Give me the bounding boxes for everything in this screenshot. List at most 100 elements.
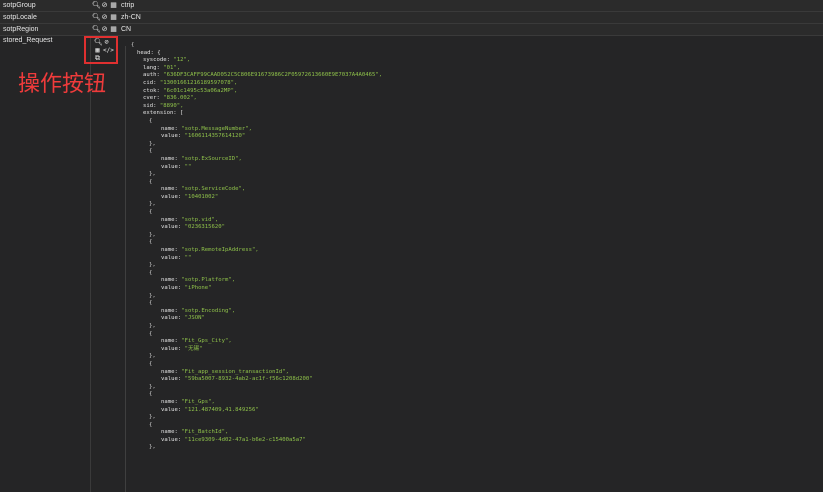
json-value: "sotp.MessageNumber", — [181, 125, 252, 132]
json-key: cid: — [143, 79, 157, 86]
json-value: "sotp.ExSourceID", — [181, 155, 242, 162]
json-ext-close: }, — [131, 262, 382, 270]
json-ext-name: name: "sotp.Encoding", — [131, 308, 382, 316]
json-value: "11ce9309-4d02-47a1-b6e2-c15400a5a7" — [184, 436, 306, 443]
json-close-brace: }, — [149, 171, 156, 178]
json-ext-value: value: "JSON" — [131, 315, 382, 323]
json-ext-name: name: "Fit_BatchId", — [131, 429, 382, 437]
json-key: value: — [161, 406, 182, 413]
json-open-brace: { — [149, 330, 153, 337]
json-key: name: — [161, 186, 178, 193]
edit-icon[interactable]: ⊘ — [103, 39, 110, 46]
json-key: value: — [161, 436, 182, 443]
json-key: name: — [161, 277, 178, 284]
json-ext-value: value: "121.487409,41.849256" — [131, 407, 382, 415]
json-ext-value: value: "11ce9309-4d02-47a1-b6e2-c15400a5… — [131, 437, 382, 445]
json-ext-open: { — [131, 270, 382, 278]
json-head-entry: cid: "13001661216189597078", — [131, 80, 382, 88]
json-ext-open: { — [131, 118, 382, 126]
json-open-brace: { — [149, 360, 153, 367]
grid-icon[interactable]: ▦ — [110, 26, 117, 33]
json-value: "13001661216189597078", — [159, 79, 238, 86]
json-head-entry: cver: "836.002", — [131, 95, 382, 103]
json-head-open: head: { — [131, 50, 382, 58]
json-ext-value: value: "无锡" — [131, 346, 382, 354]
edit-icon[interactable]: ⊘ — [101, 14, 108, 21]
json-ext-open: { — [131, 361, 382, 369]
json-head-entry: ctok: "6c01c1495c53a06a2MP", — [131, 88, 382, 96]
json-ext-close: }, — [131, 232, 382, 240]
json-ext-name: name: "sotp.RemoteIpAddress", — [131, 247, 382, 255]
json-key: name: — [161, 429, 178, 436]
json-open-brace: { — [149, 178, 153, 185]
json-value: "sotp.RemoteIpAddress", — [181, 247, 259, 254]
json-key: name: — [161, 398, 178, 405]
json-ext-name: name: "sotp.MessageNumber", — [131, 126, 382, 134]
grid-icon[interactable]: ▦ — [110, 14, 117, 21]
json-open-brace: { — [149, 209, 153, 216]
json-ext-open: { — [131, 179, 382, 187]
json-ext-close: }, — [131, 384, 382, 392]
json-key: head: { — [137, 49, 161, 56]
header-row-sotplocale: sotpLocale 🔍︎ ⊘ ▦ zh-CN — [0, 12, 823, 24]
json-ext-value: value: "0236315620" — [131, 224, 382, 232]
json-key: value: — [161, 193, 182, 200]
json-open-brace: { — [149, 117, 153, 124]
search-icon[interactable]: 🔍︎ — [94, 39, 103, 46]
json-key: value: — [161, 254, 182, 261]
json-close-brace: }, — [149, 414, 156, 421]
json-ext-close: }, — [131, 323, 382, 331]
json-open-brace: { — [131, 42, 135, 48]
json-close-brace: }, — [149, 262, 156, 269]
json-value: "59ba5007-8932-4ab2-ac1f-f56c1208d200" — [184, 376, 313, 383]
json-open-brace: { — [149, 300, 153, 307]
json-value: "sotp.vid", — [181, 216, 219, 223]
json-open-brace: { — [149, 269, 153, 276]
json-close-brace: }, — [149, 444, 156, 451]
search-icon[interactable]: 🔍︎ — [92, 2, 101, 9]
json-ext-open: { — [131, 300, 382, 308]
json-key: extension: [ — [143, 110, 184, 117]
json-key: name: — [161, 216, 178, 223]
json-open-brace: { — [149, 239, 153, 246]
json-value: "Fit_Gps_City", — [181, 338, 232, 345]
json-extension-open: extension: [ — [131, 110, 382, 118]
json-key: value: — [161, 345, 182, 352]
json-key: cver: — [143, 95, 160, 102]
search-icon[interactable]: 🔍︎ — [92, 14, 101, 21]
edit-icon[interactable]: ⊘ — [101, 2, 108, 9]
json-value: "iPhone" — [184, 285, 212, 291]
json-key: name: — [161, 247, 178, 254]
column-divider — [90, 36, 91, 492]
json-value: "Fit_Gps", — [181, 398, 215, 405]
edit-icon[interactable]: ⊘ — [101, 26, 108, 33]
code-icon[interactable]: </> — [103, 47, 114, 54]
grid-icon[interactable]: ▦ — [110, 2, 117, 9]
stored-request-key: stored_Request — [3, 37, 53, 44]
search-icon[interactable]: 🔍︎ — [92, 26, 101, 33]
json-ext-open: { — [131, 239, 382, 247]
json-key: ctok: — [143, 87, 160, 94]
json-ext-close: }, — [131, 293, 382, 301]
json-value: "121.487409,41.849256" — [184, 406, 259, 413]
json-value: "sotp.Encoding", — [181, 307, 236, 314]
json-head-entry: sid: "8890", — [131, 103, 382, 111]
json-value: "Fit_BatchId", — [181, 429, 229, 436]
json-key: syscode: — [143, 57, 170, 64]
json-ext-close: }, — [131, 444, 382, 452]
json-key: value: — [161, 315, 182, 322]
json-root-open: { — [131, 42, 382, 50]
tree-guide-line — [125, 46, 126, 492]
json-value: "" — [184, 163, 192, 170]
json-ext-open: { — [131, 209, 382, 217]
json-ext-value: value: "1606114357614120" — [131, 133, 382, 141]
grid-icon[interactable]: ▦ — [94, 47, 101, 54]
json-key: value: — [161, 224, 182, 231]
json-ext-value: value: "" — [131, 164, 382, 172]
json-key: lang: — [143, 64, 160, 71]
copy-icon[interactable]: ⧉ — [94, 55, 101, 62]
json-key: auth: — [143, 72, 160, 79]
row-value: CN — [121, 26, 132, 33]
json-value: "10401002" — [184, 193, 219, 200]
json-value: "Fit_app_session_transactionId", — [181, 368, 289, 375]
